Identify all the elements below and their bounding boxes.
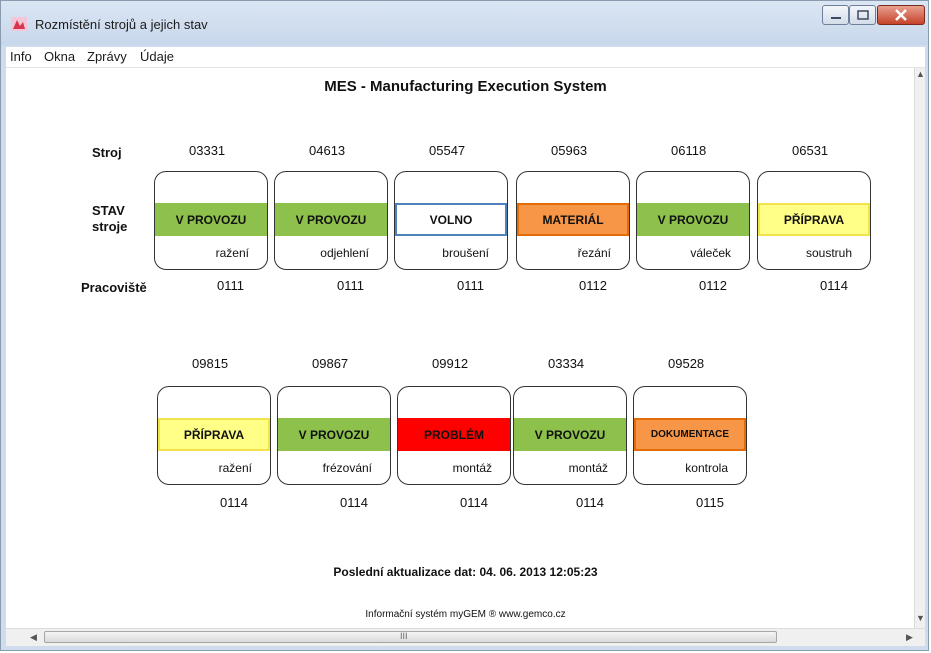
main-content: MES - Manufacturing Execution System Str… xyxy=(6,68,925,628)
operation-label: ražení xyxy=(215,246,249,260)
last-update: Poslední aktualizace dat: 04. 06. 2013 1… xyxy=(333,565,598,579)
vertical-scrollbar[interactable]: ▲ ▼ xyxy=(914,68,925,628)
machine-card[interactable]: MATERIÁL řezání xyxy=(516,171,630,270)
maximize-button[interactable] xyxy=(849,5,876,25)
app-icon xyxy=(11,17,27,31)
machine-card[interactable]: VOLNO broušení xyxy=(394,171,508,270)
operation-label: montáž xyxy=(568,461,608,475)
status-badge: VOLNO xyxy=(395,203,507,236)
machine-id: 04613 xyxy=(309,143,346,158)
scroll-thumb[interactable]: III xyxy=(44,631,777,643)
workplace-number: 0111 xyxy=(217,278,244,293)
workplace-number: 0111 xyxy=(457,278,484,293)
scroll-up-icon[interactable]: ▲ xyxy=(916,69,925,79)
scroll-right-icon[interactable]: ▶ xyxy=(906,632,913,643)
status-badge: V PROVOZU xyxy=(155,203,267,236)
label-workplace: Pracoviště xyxy=(81,280,147,295)
label-state: STAV xyxy=(92,203,125,218)
workplace-number: 0114 xyxy=(220,495,248,510)
status-badge: V PROVOZU xyxy=(514,418,626,451)
operation-label: řezání xyxy=(577,246,611,260)
machine-card[interactable]: V PROVOZU montáž xyxy=(513,386,627,485)
machine-card[interactable]: V PROVOZU odjehlení xyxy=(274,171,388,270)
menu-info[interactable]: Info xyxy=(10,49,32,64)
workplace-number: 0114 xyxy=(460,495,488,510)
machine-id: 09528 xyxy=(668,356,705,371)
operation-label: montáž xyxy=(452,461,492,475)
machine-id: 06531 xyxy=(792,143,829,158)
menu-okna[interactable]: Okna xyxy=(44,49,75,64)
workplace-number: 0112 xyxy=(579,278,607,293)
machine-id: 03331 xyxy=(189,143,226,158)
close-icon xyxy=(895,9,907,21)
operation-label: odjehlení xyxy=(320,246,369,260)
workplace-number: 0111 xyxy=(337,278,364,293)
machine-card[interactable]: V PROVOZU frézování xyxy=(277,386,391,485)
status-badge: V PROVOZU xyxy=(275,203,387,236)
machine-id: 03334 xyxy=(548,356,585,371)
status-badge: PROBLÉM xyxy=(398,418,510,451)
scroll-grip: III xyxy=(400,631,408,641)
machine-card[interactable]: DOKUMENTACE kontrola xyxy=(633,386,747,485)
workplace-number: 0114 xyxy=(820,278,848,293)
menu-zpravy[interactable]: Zprávy xyxy=(87,49,127,64)
status-badge: MATERIÁL xyxy=(517,203,629,236)
label-state-sub: stroje xyxy=(92,219,128,234)
status-badge: DOKUMENTACE xyxy=(634,418,746,451)
machine-id: 05963 xyxy=(551,143,588,158)
machine-id: 05547 xyxy=(429,143,466,158)
maximize-icon xyxy=(856,10,869,20)
label-machine: Stroj xyxy=(92,145,122,160)
workplace-number: 0114 xyxy=(576,495,604,510)
machine-id: 06118 xyxy=(671,143,707,158)
machine-card[interactable]: V PROVOZU váleček xyxy=(636,171,750,270)
workplace-number: 0114 xyxy=(340,495,368,510)
status-badge: V PROVOZU xyxy=(278,418,390,451)
minimize-button[interactable] xyxy=(822,5,849,25)
machine-card[interactable]: PŘÍPRAVA ražení xyxy=(157,386,271,485)
workplace-number: 0115 xyxy=(696,495,724,510)
operation-label: broušení xyxy=(442,246,489,260)
app-window: Rozmístění strojů a jejich stav Info Okn… xyxy=(0,0,929,651)
minimize-icon xyxy=(830,17,841,19)
operation-label: frézování xyxy=(322,461,372,475)
machine-card[interactable]: V PROVOZU ražení xyxy=(154,171,268,270)
scroll-down-icon[interactable]: ▼ xyxy=(916,613,925,623)
machine-card[interactable]: PŘÍPRAVA soustruh xyxy=(757,171,871,270)
operation-label: ražení xyxy=(218,461,252,475)
page-title: MES - Manufacturing Execution System xyxy=(324,78,607,95)
close-button[interactable] xyxy=(877,5,925,25)
operation-label: kontrola xyxy=(685,461,728,475)
workplace-number: 0112 xyxy=(699,278,727,293)
operation-label: váleček xyxy=(690,246,731,260)
operation-label: soustruh xyxy=(805,246,852,260)
title-bar[interactable]: Rozmístění strojů a jejich stav xyxy=(1,1,928,45)
machine-id: 09912 xyxy=(432,356,469,371)
machine-card[interactable]: PROBLÉM montáž xyxy=(397,386,511,485)
menu-udaje[interactable]: Údaje xyxy=(140,49,174,64)
menu-bar: Info Okna Zprávy Údaje xyxy=(6,47,925,68)
status-badge: PŘÍPRAVA xyxy=(758,203,870,236)
horizontal-scrollbar[interactable]: ◀ III ▶ xyxy=(6,628,925,646)
machine-id: 09867 xyxy=(312,356,349,371)
window-title: Rozmístění strojů a jejich stav xyxy=(35,17,208,32)
status-badge: V PROVOZU xyxy=(637,203,749,236)
status-badge: PŘÍPRAVA xyxy=(158,418,270,451)
machine-id: 09815 xyxy=(192,356,229,371)
scroll-left-icon[interactable]: ◀ xyxy=(30,632,37,643)
footer-info: Informační systém myGEM ® www.gemco.cz xyxy=(365,609,566,620)
